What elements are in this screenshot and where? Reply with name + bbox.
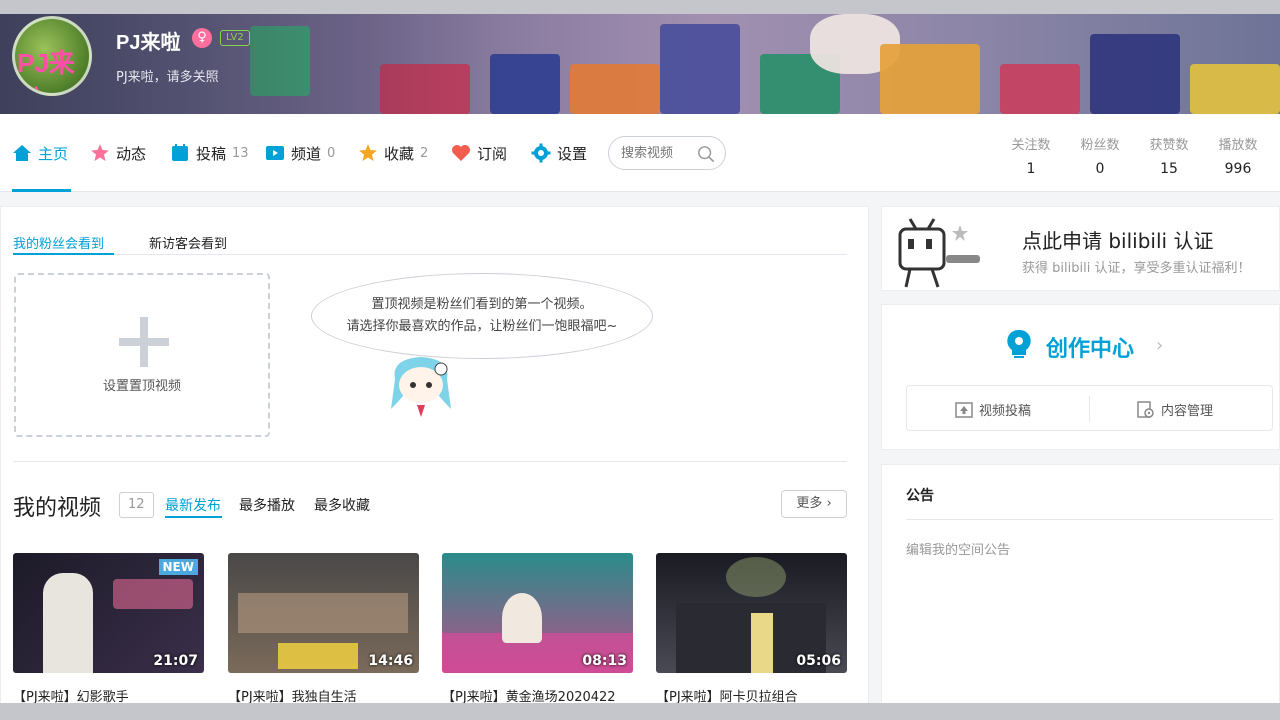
- certification-card[interactable]: 点此申请 bilibili 认证 获得 bilibili 认证，享受多重认证福利…: [881, 206, 1280, 291]
- creator-center-card: 创作中心 › 视频投稿 内容管理: [881, 304, 1280, 450]
- set-pinned-video-button[interactable]: 设置置顶视频: [14, 273, 270, 437]
- pinned-tip-bubble: 置顶视频是粉丝们看到的第一个视频。 请选择你最喜欢的作品，让粉丝们一饱眼福吧~: [311, 273, 653, 359]
- more-button[interactable]: 更多 ›: [781, 490, 847, 518]
- lightbulb-icon: [1007, 329, 1031, 358]
- video-duration: 08:13: [582, 653, 627, 669]
- upload-icon: [172, 144, 188, 161]
- search-icon[interactable]: [697, 145, 715, 163]
- creator-center-link[interactable]: 创作中心: [1046, 331, 1134, 363]
- top-strip: [0, 0, 1280, 14]
- chevron-right-icon[interactable]: ›: [1156, 335, 1163, 356]
- my-videos-title: 我的视频: [13, 496, 102, 521]
- notice-edit-field[interactable]: 编辑我的空间公告: [906, 539, 1010, 558]
- tab-most-favorited[interactable]: 最多收藏: [314, 495, 370, 515]
- gear-icon: [531, 143, 551, 163]
- subtab-indicator: [13, 253, 114, 255]
- tab-fans-view[interactable]: 我的粉丝会看到: [13, 233, 104, 252]
- video-card[interactable]: 05:06 【PJ来啦】阿卡贝拉组合: [656, 553, 847, 705]
- active-tab-indicator: [12, 189, 71, 192]
- tab-most-played[interactable]: 最多播放: [239, 495, 295, 515]
- video-count-badge: 12: [119, 492, 154, 518]
- level-badge: LV2: [220, 30, 250, 46]
- tab-latest[interactable]: 最新发布: [165, 495, 221, 515]
- video-thumbnail[interactable]: 05:06: [656, 553, 847, 673]
- star-icon: [359, 144, 377, 161]
- divider: [906, 519, 1273, 520]
- stat-likes: 获赞数 15: [1149, 138, 1189, 177]
- video-duration: 05:06: [796, 653, 841, 669]
- video-card[interactable]: 14:46 【PJ来啦】我独自生活: [228, 553, 419, 705]
- video-thumbnail[interactable]: 08:13: [442, 553, 633, 673]
- bottom-strip: [0, 703, 1280, 720]
- set-pinned-label: 设置置顶视频: [102, 379, 181, 394]
- signature[interactable]: PJ来啦，请多关照: [116, 66, 219, 85]
- tab-visitor-view[interactable]: 新访客会看到: [149, 233, 227, 252]
- creator-actions: 视频投稿 内容管理: [906, 385, 1273, 431]
- tv-mascot-icon: [898, 218, 980, 288]
- certification-title[interactable]: 点此申请 bilibili 认证: [1022, 225, 1213, 254]
- mascot-icon: [391, 357, 451, 429]
- video-thumbnail[interactable]: NEW 21:07: [13, 553, 204, 673]
- notice-card: 公告 编辑我的空间公告: [881, 464, 1280, 720]
- tab-settings[interactable]: 设置: [531, 142, 587, 164]
- new-badge: NEW: [158, 559, 198, 575]
- main-panel: 我的粉丝会看到 新访客会看到 设置置顶视频 置顶视频是粉丝们看到的第一个视频。 …: [0, 206, 869, 720]
- notice-title: 公告: [906, 488, 934, 504]
- profile-banner: PJ来啦 PJ来啦 ♀ LV2 PJ来啦，请多关照: [0, 14, 1280, 114]
- divider: [1089, 396, 1090, 422]
- avatar[interactable]: PJ来啦: [12, 16, 92, 96]
- search-input[interactable]: [621, 137, 705, 169]
- upload-arrow-icon: [955, 401, 973, 418]
- certification-subtitle: 获得 bilibili 认证，享受多重认证福利！: [1022, 261, 1251, 276]
- video-tab-indicator: [165, 516, 222, 518]
- tab-upload[interactable]: 投稿 13: [170, 142, 249, 164]
- tab-favorites[interactable]: 收藏 2: [358, 142, 428, 164]
- content-management-button[interactable]: 内容管理: [1137, 400, 1213, 419]
- divider: [13, 254, 847, 255]
- channel-icon: [266, 146, 284, 160]
- tab-home[interactable]: 主页: [12, 142, 68, 164]
- heart-icon: [452, 145, 470, 161]
- home-icon: [13, 145, 31, 161]
- video-card[interactable]: 08:13 【PJ来啦】黄金渔场2020422: [442, 553, 633, 705]
- video-upload-button[interactable]: 视频投稿: [955, 400, 1031, 419]
- dynamic-icon: [91, 144, 109, 161]
- profile-nav: 主页 动态 投稿13 频道0 收藏2 订阅 设置 关注数1 粉丝数0 获赞数15…: [0, 114, 1280, 192]
- tab-dynamic[interactable]: 动态: [90, 142, 146, 164]
- divider: [13, 461, 847, 462]
- video-thumbnail[interactable]: 14:46: [228, 553, 419, 673]
- stat-plays: 播放数 996: [1218, 138, 1258, 177]
- tab-subscribe[interactable]: 订阅: [451, 142, 507, 164]
- female-icon: ♀: [192, 28, 212, 48]
- content-gear-icon: [1137, 400, 1154, 418]
- avatar-text: PJ来啦: [17, 48, 75, 93]
- username: PJ来啦: [116, 32, 181, 54]
- video-card[interactable]: NEW 21:07 【PJ来啦】幻影歌手: [13, 553, 204, 705]
- video-duration: 14:46: [368, 653, 413, 669]
- tab-channel[interactable]: 频道 0: [265, 142, 335, 164]
- video-duration: 21:07: [153, 653, 198, 669]
- video-search[interactable]: [608, 136, 726, 170]
- stat-following[interactable]: 关注数 1: [1001, 134, 1061, 177]
- stat-followers[interactable]: 粉丝数 0: [1070, 134, 1130, 177]
